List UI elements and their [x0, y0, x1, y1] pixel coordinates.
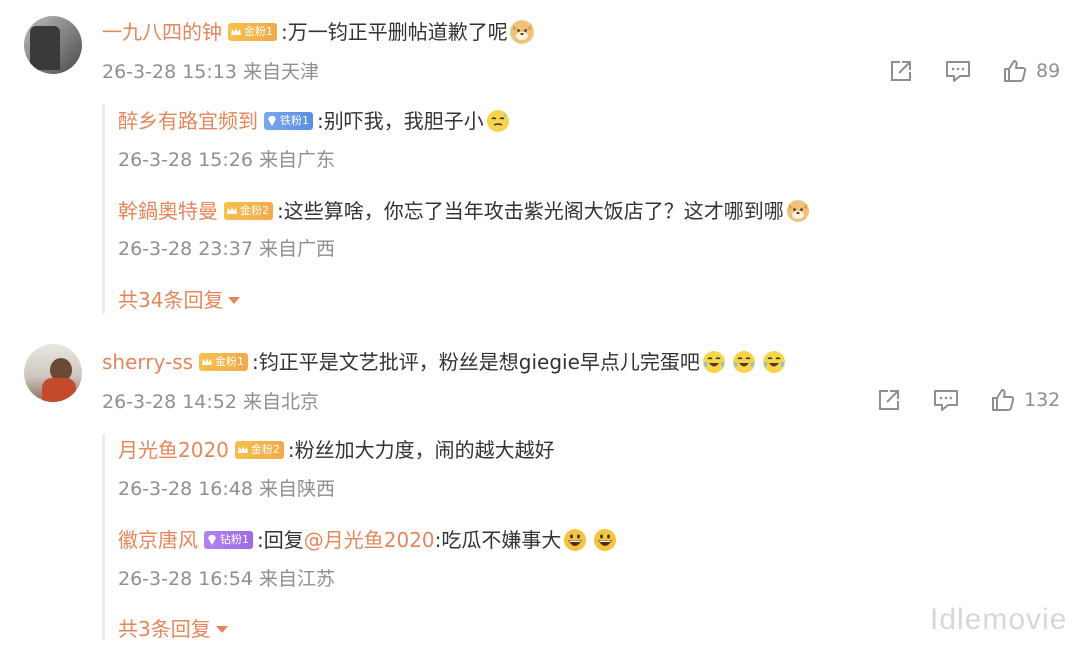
reply-meta: 26-3-28 16:54 来自江苏 — [118, 566, 335, 592]
more-replies-label: 共3条回复 — [118, 617, 211, 641]
reply-icon[interactable] — [944, 58, 972, 84]
caret-down-icon — [228, 296, 241, 304]
comment-actions: 89 — [888, 58, 1060, 84]
mention-link[interactable]: @月光鱼2020 — [304, 526, 435, 554]
timestamp: 26-3-28 15:13 — [102, 61, 237, 83]
timestamp: 26-3-28 16:48 — [118, 478, 253, 500]
reply-line: 月光鱼2020 金粉2 :粉丝加大力度，闹的越大越好 — [118, 436, 555, 464]
reply-line: 幹鍋奧特曼 金粉2 :这些算啥，你忘了当年攻击紫光阁大饭店了？这才哪到哪 — [118, 197, 810, 225]
fan-badge[interactable]: 金粉2 — [234, 441, 284, 459]
crown-icon — [226, 205, 238, 217]
reply-meta: 26-3-28 23:37 来自广西 — [118, 236, 335, 262]
badge-label: 金粉2 — [240, 204, 269, 217]
reply-thread-divider — [102, 434, 105, 640]
reply-meta: 26-3-28 15:26 来自广东 — [118, 147, 335, 173]
username-link[interactable]: 醉乡有路宜频到 — [118, 107, 258, 135]
timestamp: 26-3-28 23:37 — [118, 238, 253, 260]
location: 来自天津 — [242, 61, 319, 83]
laugh-cry-emoji-icon — [732, 350, 756, 374]
doge-emoji-icon — [509, 20, 534, 44]
location: 来自江苏 — [258, 568, 335, 590]
timestamp: 26-3-28 16:54 — [118, 568, 253, 590]
comment-line: sherry-ss 金粉1 :钧正平是文艺批评，粉丝是想giegie早点儿完蛋吧 — [102, 348, 786, 376]
timestamp: 26-3-28 14:52 — [102, 391, 237, 413]
diamond-icon — [266, 115, 278, 127]
reply-line: 醉乡有路宜频到 铁粉1 :别吓我，我胆子小 — [118, 107, 510, 135]
username-link[interactable]: sherry-ss — [102, 348, 193, 376]
more-replies-link[interactable]: 共34条回复 — [118, 287, 241, 313]
comment-actions: 132 — [876, 387, 1060, 413]
reply-text: :吃瓜不嫌事大 — [434, 528, 562, 552]
timestamp: 26-3-28 15:26 — [118, 149, 253, 171]
comment-line: 一九八四的钟 金粉1 :万一钧正平删帖道歉了呢 — [102, 18, 534, 46]
sweat-emoji-icon — [486, 109, 510, 133]
reply-icon[interactable] — [932, 387, 960, 413]
reply-meta: 26-3-28 16:48 来自陕西 — [118, 476, 335, 502]
location: 来自北京 — [242, 391, 319, 413]
badge-label: 金粉1 — [244, 25, 273, 38]
laugh-cry-emoji-icon — [702, 350, 726, 374]
badge-label: 钻粉1 — [220, 533, 249, 546]
username-link[interactable]: 徽京唐风 — [118, 526, 198, 554]
share-icon[interactable] — [876, 387, 902, 413]
share-icon[interactable] — [888, 58, 914, 84]
fan-badge[interactable]: 金粉1 — [228, 23, 277, 41]
like-button[interactable]: 89 — [1002, 58, 1060, 84]
avatar[interactable] — [24, 344, 82, 402]
reply-line: 徽京唐风 钻粉1 :回复 @月光鱼2020 :吃瓜不嫌事大 — [118, 526, 617, 554]
doge-emoji-icon — [786, 199, 810, 223]
grin-emoji-icon — [593, 528, 617, 552]
comment-meta: 26-3-28 14:52 来自北京 — [102, 389, 319, 415]
crown-icon — [237, 444, 249, 456]
crown-icon — [230, 26, 242, 38]
location: 来自广西 — [258, 238, 335, 260]
reply-text: :这些算啥，你忘了当年攻击紫光阁大饭店了？这才哪到哪 — [277, 199, 784, 223]
more-replies-link[interactable]: 共3条回复 — [118, 616, 228, 642]
like-count: 89 — [1036, 60, 1061, 82]
badge-label: 铁粉1 — [280, 114, 309, 127]
more-replies-label: 共34条回复 — [118, 288, 224, 312]
reply-thread-divider — [102, 104, 105, 314]
username-link[interactable]: 月光鱼2020 — [118, 436, 229, 464]
location: 来自陕西 — [258, 478, 335, 500]
caret-down-icon — [215, 625, 228, 633]
fan-badge[interactable]: 金粉2 — [224, 202, 273, 220]
fan-badge[interactable]: 铁粉1 — [264, 112, 313, 130]
diamond-icon — [206, 534, 218, 546]
badge-label: 金粉2 — [250, 443, 280, 456]
comment-text: :钧正平是文艺批评，粉丝是想giegie早点儿完蛋吧 — [252, 350, 700, 374]
laugh-cry-emoji-icon — [762, 350, 786, 374]
comment-meta: 26-3-28 15:13 来自天津 — [102, 59, 319, 85]
badge-label: 金粉1 — [215, 355, 245, 368]
reply-text: :粉丝加大力度，闹的越大越好 — [287, 438, 555, 462]
reply-text: :别吓我，我胆子小 — [317, 109, 484, 133]
reply-prefix: :回复 — [257, 528, 304, 552]
thumbs-up-icon — [990, 387, 1016, 413]
comment-text: :万一钧正平删帖道歉了呢 — [281, 20, 508, 44]
avatar[interactable] — [24, 16, 82, 74]
location: 来自广东 — [258, 149, 335, 171]
grin-emoji-icon — [563, 528, 587, 552]
crown-icon — [201, 356, 213, 368]
like-count: 132 — [1024, 389, 1061, 411]
watermark: Idlemovie — [930, 603, 1068, 636]
username-link[interactable]: 幹鍋奧特曼 — [118, 197, 218, 225]
fan-badge[interactable]: 钻粉1 — [204, 531, 253, 549]
fan-badge[interactable]: 金粉1 — [199, 353, 249, 371]
username-link[interactable]: 一九八四的钟 — [102, 18, 222, 46]
like-button[interactable]: 132 — [990, 387, 1060, 413]
thumbs-up-icon — [1002, 58, 1028, 84]
